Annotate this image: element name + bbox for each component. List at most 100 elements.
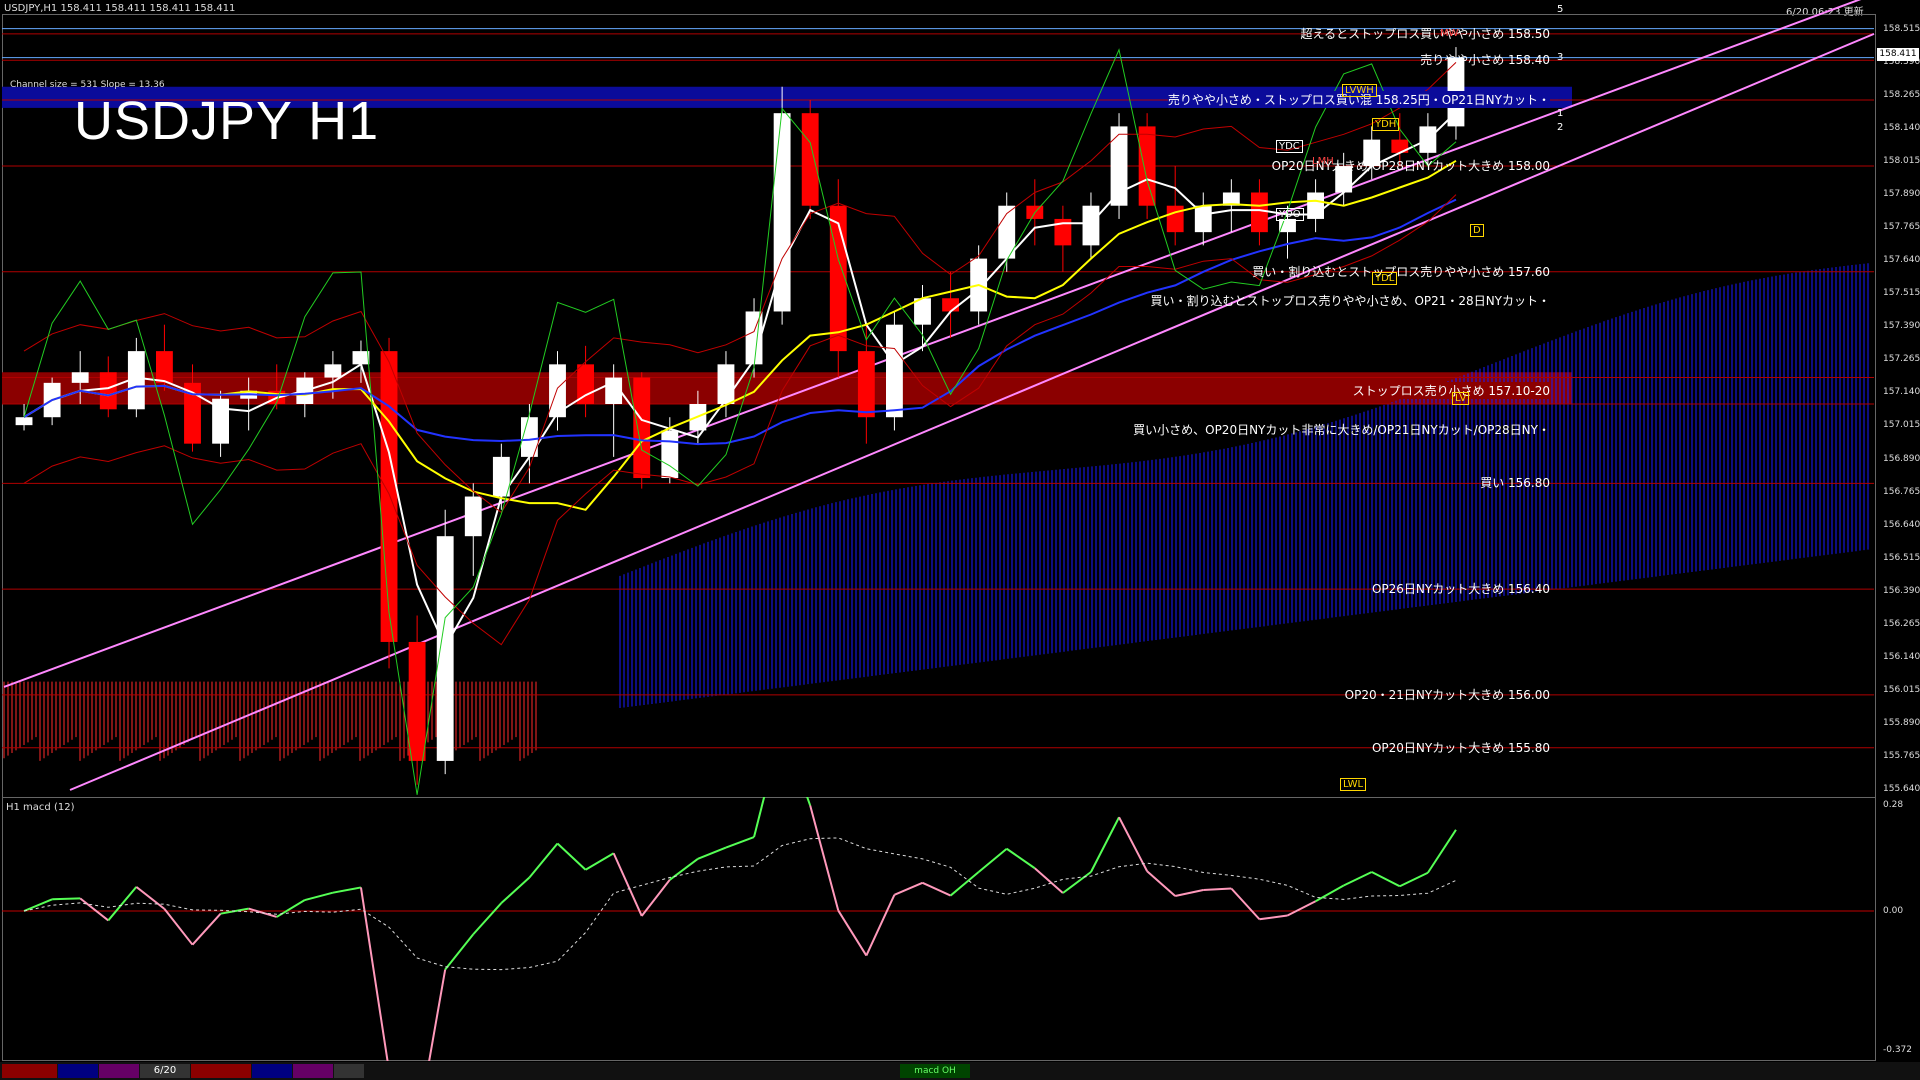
macd-axis-top: 0.28 xyxy=(1883,800,1904,810)
macd-segment xyxy=(1371,871,1401,888)
macd-segment xyxy=(556,842,587,871)
ma-yellow xyxy=(23,159,1457,511)
macd-segment xyxy=(1230,887,1261,920)
macd-segment xyxy=(444,933,475,971)
candle-body xyxy=(1166,205,1184,233)
macd-segment xyxy=(359,887,389,1061)
macd-segment xyxy=(135,886,166,910)
lmh-label: LMH xyxy=(1312,156,1334,167)
price-tick: 157.015 xyxy=(1883,420,1920,431)
bottom-bar: 6/20 macd OH xyxy=(0,1062,1920,1080)
macd-segment xyxy=(949,871,980,897)
macd-segment xyxy=(1259,914,1288,921)
candle-body xyxy=(914,298,931,325)
big-title: USDJPY H1 xyxy=(74,91,380,151)
price-tick: 156.390 xyxy=(1883,585,1920,596)
macd-axis-zero: 0.00 xyxy=(1883,906,1904,916)
macd-segment xyxy=(806,797,812,806)
candle-body xyxy=(857,351,875,418)
macd-signal xyxy=(23,837,1457,971)
candle-body xyxy=(886,324,903,418)
price-tick: 157.140 xyxy=(1883,387,1920,398)
price-tick: 157.765 xyxy=(1883,222,1920,233)
macd-segment xyxy=(1006,847,1036,870)
macd-segment xyxy=(978,847,1008,873)
macd-segment xyxy=(1399,871,1429,888)
macd-segment xyxy=(725,836,755,849)
macd-segment xyxy=(191,913,222,946)
macd-segment xyxy=(865,894,896,956)
macd-segment xyxy=(809,805,840,911)
mw-label: MW xyxy=(1440,28,1459,39)
bar-seg-5 xyxy=(252,1064,292,1078)
price-tick: 157.390 xyxy=(1883,321,1920,332)
macd-segment xyxy=(1287,900,1317,917)
macd-segment xyxy=(1343,871,1373,887)
price-tick: 155.640 xyxy=(1883,784,1920,794)
current-price-tag: 158.411 xyxy=(1877,48,1919,61)
level-annotation: 超えるとストップロス買いやや小さめ 158.50 xyxy=(1300,26,1550,41)
candle-body xyxy=(829,205,847,352)
price-tick: 157.265 xyxy=(1883,354,1920,365)
macd-segment xyxy=(1034,867,1064,894)
macd-chart[interactable] xyxy=(0,797,1876,1061)
macd-segment xyxy=(1203,887,1232,891)
candle-body xyxy=(99,372,117,410)
level-annotation: 売りやや小さめ 158.40 xyxy=(1420,53,1550,68)
ydl-label: YDL xyxy=(1372,272,1398,285)
bar-seg-1 xyxy=(2,1064,57,1078)
stoploss-band xyxy=(2,372,1572,404)
bar-seg-6 xyxy=(293,1064,333,1078)
fib-1: 1 xyxy=(1557,108,1564,119)
d-label: D xyxy=(1470,224,1484,237)
price-tick: 156.515 xyxy=(1883,552,1920,563)
price-tick: 156.765 xyxy=(1883,486,1920,497)
candle-body xyxy=(71,372,89,383)
level-annotation: OP26日NYカット大きめ 156.40 xyxy=(1371,582,1550,597)
candle-body xyxy=(324,364,342,378)
lv-label: LV xyxy=(1452,392,1470,405)
macd-segment xyxy=(1062,871,1092,894)
macd-segment xyxy=(79,897,109,922)
candle-body xyxy=(15,417,33,426)
bar-seg-7 xyxy=(334,1064,364,1078)
candle-body xyxy=(1251,192,1268,233)
macd-segment xyxy=(23,898,53,912)
price-tick: 156.890 xyxy=(1883,453,1920,464)
macd-title: H1 macd (12) xyxy=(6,802,75,813)
macd-segment xyxy=(753,797,766,838)
bar-macd-label: macd OH xyxy=(900,1064,970,1078)
candle-body xyxy=(801,113,819,206)
macd-segment xyxy=(1118,816,1149,872)
price-tick: 155.890 xyxy=(1883,717,1920,728)
macd-segment xyxy=(1146,870,1176,897)
price-tick: 158.515 xyxy=(1883,23,1920,34)
ma-blue xyxy=(23,198,1457,446)
candle-body xyxy=(633,377,651,479)
ydo-label: YDO xyxy=(1276,208,1304,221)
level-annotation: 買い 156.80 xyxy=(1480,476,1550,491)
macd-segment xyxy=(837,910,868,957)
bar-seg-2 xyxy=(58,1064,98,1078)
candle-body xyxy=(408,641,426,761)
macd-segment xyxy=(1090,816,1120,873)
level-annotation: 買い・割り込むとストップロス売りやや小さめ 157.60 xyxy=(1252,264,1550,279)
price-tick: 156.015 xyxy=(1883,684,1920,695)
macd-segment xyxy=(1174,889,1204,897)
macd-segment xyxy=(500,876,531,904)
macd-segment xyxy=(472,902,503,935)
macd-segment xyxy=(276,899,306,918)
macd-segment xyxy=(922,881,951,897)
candle-body xyxy=(380,351,398,642)
level-annotation: OP20日NYカット大きめ 155.80 xyxy=(1371,740,1550,755)
macd-segment xyxy=(585,852,615,871)
macd-segment xyxy=(697,846,727,860)
macd-segment xyxy=(894,881,923,896)
candle-body xyxy=(1138,126,1156,206)
candle-body xyxy=(156,351,173,383)
price-tick: 157.515 xyxy=(1883,288,1920,299)
candle-body xyxy=(352,351,370,365)
lvwh-label: LVWH xyxy=(1342,84,1377,97)
price-tick: 156.640 xyxy=(1883,519,1920,530)
price-tick: 158.140 xyxy=(1883,123,1920,134)
